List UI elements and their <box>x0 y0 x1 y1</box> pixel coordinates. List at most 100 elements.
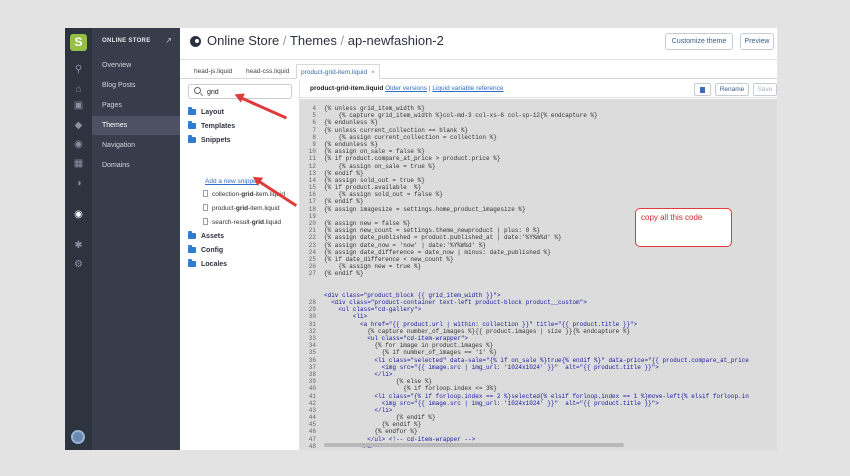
delete-button[interactable] <box>694 83 711 96</box>
customize-theme-button[interactable]: Customize theme <box>665 33 733 50</box>
code-text: {% assign sold_out = false %} <box>324 191 443 199</box>
line-number: 24 <box>308 248 316 256</box>
code-line: 46 {% endfor %} <box>300 428 777 435</box>
shopify-logo[interactable]: S <box>70 34 87 51</box>
code-line: 7 {% unless current_collection == blank %… <box>300 127 777 134</box>
code-line: 30 <li> <box>300 313 777 320</box>
folder-locales[interactable]: Locales <box>188 259 227 270</box>
nav-item-blog-posts[interactable]: Blog Posts <box>92 76 180 95</box>
nav-item-themes[interactable]: Themes <box>92 116 180 135</box>
older-versions-link[interactable]: Older versions <box>385 85 427 92</box>
home-icon[interactable]: ⌂ <box>65 84 92 96</box>
line-number: 21 <box>308 227 316 235</box>
reports-icon[interactable]: ▦ <box>65 158 92 170</box>
folder-assets[interactable]: Assets <box>188 231 224 242</box>
code-line: 12 {% assign on_sale = true %} <box>300 163 777 170</box>
line-number: 7 <box>312 126 316 134</box>
code-line: 17 {% endif %} <box>300 198 777 205</box>
code-text: {% else %} <box>324 378 433 386</box>
apps-icon[interactable]: ✱ <box>65 240 92 252</box>
preview-button[interactable]: Preview <box>740 33 774 50</box>
code-line: 16 {% assign sold_out = false %} <box>300 191 777 198</box>
top-bar: Online Store / Themes / ap-newfashion-2 … <box>180 28 777 60</box>
line-number: 47 <box>308 435 316 443</box>
line-number: 40 <box>308 385 316 393</box>
orders-icon[interactable]: ▣ <box>65 100 92 112</box>
code-line: 4 {% unless grid_item_width %} <box>300 105 777 112</box>
code-line: 34 {% for image in product.images %} <box>300 342 777 349</box>
horizontal-scrollbar[interactable] <box>324 443 624 447</box>
rename-button[interactable]: Rename <box>715 83 749 96</box>
code-text: {% capture number_of_images %}{{ product… <box>324 327 631 335</box>
code-line: 31 <a href="{{ product.url | within: col… <box>300 321 777 328</box>
code-text: {% unless grid_item_width %} <box>324 105 425 112</box>
code-line: 10 {% assign on_sale = false %} <box>300 148 777 155</box>
code-text: <ul class="cd-gallery"> <box>324 306 422 314</box>
code-editor[interactable]: 4 {% unless grid_item_width %} 5 {% captur… <box>300 99 777 450</box>
nav-item-pages[interactable]: Pages <box>92 96 180 115</box>
online-store-icon <box>190 36 201 47</box>
folder-config[interactable]: Config <box>188 245 223 256</box>
nav-header: ONLINE STORE <box>102 38 151 44</box>
close-icon[interactable]: × <box>371 69 375 76</box>
folder-templates[interactable]: Templates <box>188 121 235 132</box>
tab-product-grid-item[interactable]: product-grid-item.liquid × <box>296 64 380 79</box>
breadcrumb-themes[interactable]: Themes <box>290 33 337 48</box>
code-text: {% assign new = false %} <box>324 220 411 227</box>
line-number: 12 <box>308 162 316 170</box>
code-text: {% if forloop.index <= 3%} <box>324 385 497 393</box>
save-button[interactable]: Save <box>753 83 777 96</box>
line-number: 30 <box>308 313 316 321</box>
search-input[interactable] <box>207 86 287 98</box>
folder-snippets[interactable]: Snippets <box>188 135 231 146</box>
code-line: 43 </li> <box>300 407 777 414</box>
code-text: <ul class="cd-item-wrapper"> <box>324 335 469 342</box>
search-icon[interactable]: ⚲ <box>65 64 92 76</box>
line-number: 23 <box>308 241 316 249</box>
file-icon <box>203 204 208 211</box>
code-text: {% endif %} <box>324 414 436 422</box>
line-number: 48 <box>308 442 316 450</box>
code-text: <div class="product-container text-left … <box>324 299 587 307</box>
line-number: 27 <box>308 270 316 278</box>
settings-icon[interactable]: ⚙ <box>65 259 92 271</box>
code-text: {% assign on_sale = false %} <box>324 148 425 156</box>
tab-head-js[interactable]: head-js.liquid <box>190 64 236 79</box>
code-text: </li> <box>324 370 393 378</box>
annotation-text: copy all this code <box>641 213 703 222</box>
nav-item-overview[interactable]: Overview <box>92 56 180 75</box>
folder-layout[interactable]: Layout <box>188 107 224 118</box>
file-product-grid-item[interactable]: product-grid-item.liquid <box>203 204 280 214</box>
online-store-icon[interactable]: ◉ <box>65 209 92 221</box>
code-line: 27 {% endif %} <box>300 270 777 277</box>
line-number: 43 <box>308 406 316 414</box>
code-line: <div class="product_block {{ grid_item_w… <box>300 292 777 299</box>
discounts-icon[interactable]: ◑ <box>65 178 92 190</box>
file-tabs: head-js.liquid head-css.liquid product-g… <box>180 64 777 79</box>
line-number: 41 <box>308 392 316 400</box>
liquid-reference-link[interactable]: Liquid variable reference <box>432 85 503 92</box>
line-number: 42 <box>308 399 316 407</box>
products-icon[interactable]: ◆ <box>65 120 92 132</box>
tab-head-css[interactable]: head-css.liquid <box>242 64 293 79</box>
code-line: 15 {% if product.available %} <box>300 184 777 191</box>
nav-item-navigation[interactable]: Navigation <box>92 136 180 155</box>
nav-item-domains[interactable]: Domains <box>92 156 180 175</box>
code-text: <li> <box>324 313 368 321</box>
avatar[interactable] <box>71 430 85 444</box>
icon-rail: S ⚲ ⌂ ▣ ◆ ◉ ▦ ◑ ◉ ✱ ⚙ <box>65 28 92 450</box>
customers-icon[interactable]: ◉ <box>65 139 92 151</box>
app-window: S ⚲ ⌂ ▣ ◆ ◉ ▦ ◑ ◉ ✱ ⚙ ONLINE STORE ↗ Ove… <box>65 28 777 450</box>
editor-header: product-grid-item.liquid Older versions … <box>300 80 777 98</box>
code-line: 33 <ul class="cd-item-wrapper"> <box>300 335 777 342</box>
file-search-result-grid[interactable]: search-result-grid.liquid <box>203 218 281 228</box>
code-text: {% endif %} <box>324 421 422 429</box>
line-number: 31 <box>308 320 316 328</box>
code-line: 8 {% assign current_collection = collect… <box>300 134 777 141</box>
external-link-icon[interactable]: ↗ <box>165 36 172 45</box>
code-text: {% assign date_difference = date_now | m… <box>324 248 551 256</box>
online-store-nav: ONLINE STORE ↗ Overview Blog Posts Pages… <box>92 28 180 450</box>
code-text: {% if date_difference < new_count %} <box>324 255 454 263</box>
code-text: <li class="selected" data-sale="{% if on… <box>324 356 749 364</box>
breadcrumb-online-store[interactable]: Online Store <box>207 33 279 48</box>
